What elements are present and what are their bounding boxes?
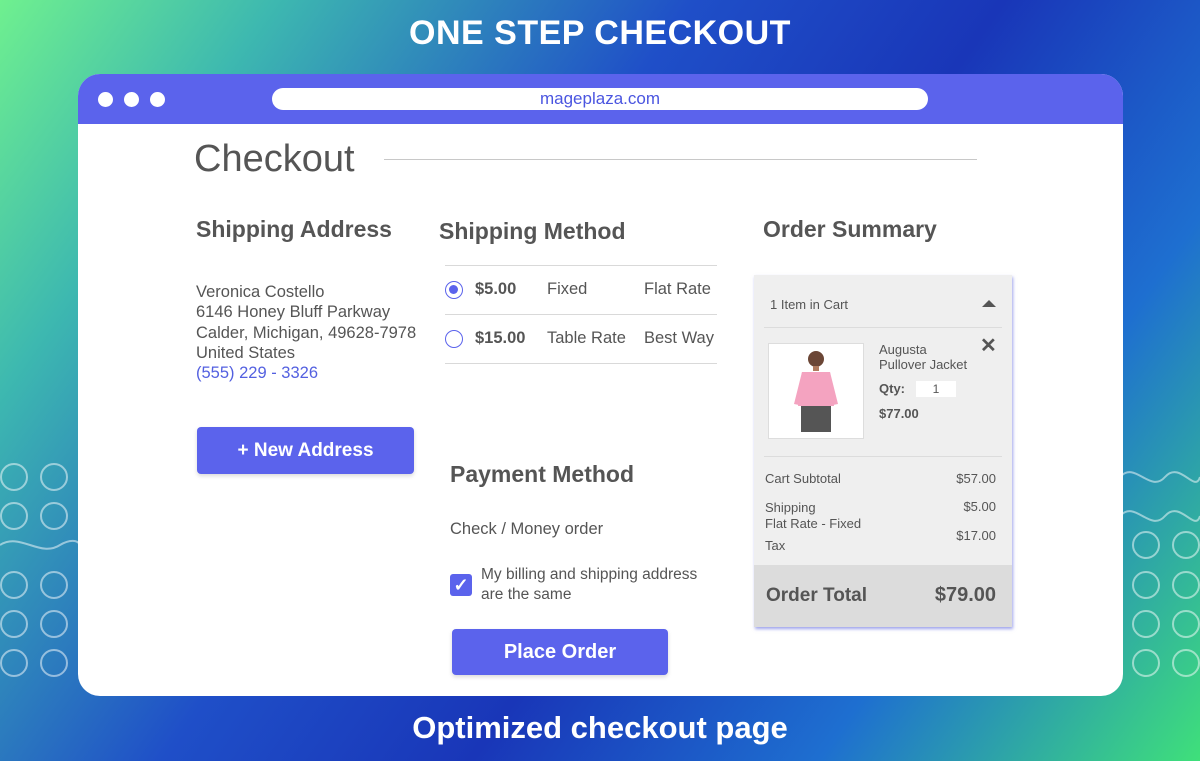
radio-selected-icon[interactable] (445, 281, 463, 299)
banner-footline: Optimized checkout page (412, 710, 788, 745)
shipping-label: Shipping (765, 500, 816, 515)
shipping-option-row[interactable]: $5.00 Fixed Flat Rate (445, 265, 717, 314)
billing-same-label: My billing and shipping address are the … (481, 566, 698, 603)
divider (764, 456, 1002, 457)
page-title: Checkout (194, 138, 355, 180)
address-phone[interactable]: (555) 229 - 3326 (196, 363, 416, 383)
decorative-pattern-right (1120, 471, 1200, 677)
shipping-method-heading: Shipping Method (439, 218, 626, 244)
items-in-cart-label: 1 Item in Cart (770, 297, 849, 312)
shipping-value: $5.00 (963, 499, 996, 514)
shipping-option-row[interactable]: $15.00 Table Rate Best Way (445, 314, 717, 364)
address-country: United States (196, 343, 296, 362)
browser-window: mageplaza.com Checkout Shipping Address … (78, 74, 1123, 696)
radio-unselected-icon[interactable] (445, 330, 463, 348)
new-address-button[interactable]: + New Address (197, 427, 414, 474)
order-total-label: Order Total (766, 585, 867, 606)
place-order-button[interactable]: Place Order (452, 629, 668, 675)
shipping-option-price: $15.00 (475, 329, 526, 347)
window-dot-icon (150, 92, 165, 107)
qty-input[interactable]: 1 (916, 381, 956, 397)
billing-same-checkbox[interactable]: ✓ (450, 574, 472, 596)
cart-subtotal-label: Cart Subtotal (765, 471, 841, 486)
tax-label: Tax (765, 538, 786, 553)
shipping-detail: Flat Rate - Fixed (765, 516, 862, 531)
order-summary-panel: 1 Item in Cart Augusta Pullover Jacket ✕… (754, 275, 1012, 627)
divider (764, 327, 1002, 328)
title-divider (384, 159, 977, 160)
tax-value: $17.00 (956, 528, 996, 543)
product-name-line: Augusta (879, 342, 927, 357)
qty-label: Qty: (879, 381, 905, 396)
shipping-option-method: Table Rate (547, 329, 626, 347)
order-total-value: $79.00 (934, 584, 996, 606)
address-bar[interactable]: mageplaza.com (272, 88, 928, 110)
cart-subtotal-value: $57.00 (956, 471, 996, 486)
shipping-option-carrier: Flat Rate (644, 280, 711, 298)
collapse-caret-icon[interactable] (982, 300, 996, 307)
order-total-bar: Order Total $79.00 (754, 565, 1012, 627)
payment-option[interactable]: Check / Money order (450, 520, 603, 539)
browser-titlebar: mageplaza.com (78, 74, 1123, 124)
product-name-line: Pullover Jacket (879, 357, 968, 372)
decorative-pattern-left (0, 463, 80, 677)
shipping-address-block: Veronica Costello 6146 Honey Bluff Parkw… (196, 282, 416, 383)
banner-headline: ONE STEP CHECKOUT (409, 14, 791, 52)
payment-method-heading: Payment Method (450, 461, 635, 487)
shipping-option-price: $5.00 (475, 280, 517, 298)
shipping-address-heading: Shipping Address (196, 216, 392, 242)
shipping-option-method: Fixed (547, 280, 588, 298)
address-city: Calder, Michigan, 49628-7978 (196, 323, 417, 342)
shipping-method-table: $5.00 Fixed Flat Rate $15.00 Table Rate … (445, 265, 717, 364)
product-name: Augusta Pullover Jacket (879, 342, 967, 372)
product-price: $77.00 (879, 406, 919, 421)
order-summary-heading: Order Summary (763, 216, 937, 242)
checkmark-icon: ✓ (453, 575, 469, 595)
address-name: Veronica Costello (196, 283, 325, 301)
shipping-option-carrier: Best Way (644, 329, 714, 347)
remove-item-icon[interactable]: ✕ (980, 333, 997, 358)
window-dot-icon (98, 92, 113, 107)
product-image (768, 343, 864, 439)
address-street: 6146 Honey Bluff Parkway (196, 303, 391, 322)
window-dot-icon (124, 92, 139, 107)
product-jacket-icon (794, 351, 838, 432)
